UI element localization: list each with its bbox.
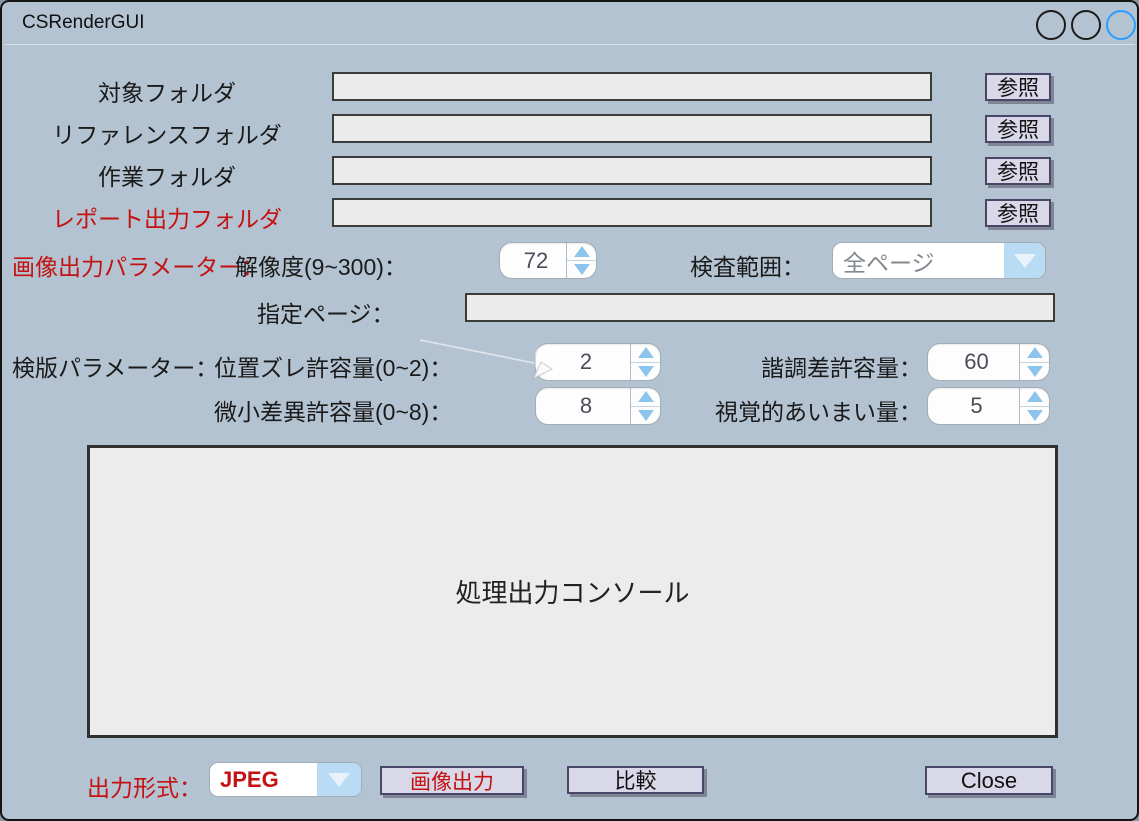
image-params-section-label: 画像出力パラメーター： [12, 248, 264, 282]
titlebar-separator [4, 44, 1135, 45]
compare-button[interactable]: 比較 [567, 766, 704, 794]
inspection-range-label: 検査範囲： [690, 248, 805, 282]
output-format-dropdown-button[interactable] [317, 763, 361, 796]
arrow-up-icon [574, 246, 590, 257]
arrow-up-icon [1027, 347, 1043, 358]
work-folder-browse-button[interactable]: 参照 [985, 157, 1051, 185]
tone-tolerance-value[interactable]: 60 [928, 344, 1019, 380]
window-title: CSRenderGUI [22, 12, 145, 34]
target-folder-label: 対象フォルダ [17, 74, 317, 108]
target-folder-browse-button[interactable]: 参照 [985, 73, 1051, 101]
visual-spin-down-button[interactable] [1020, 407, 1049, 425]
app-window: CSRenderGUI 対象フォルダ 参照 リファレンスフォルダ 参照 作業フォ… [0, 0, 1139, 821]
resolution-spinner-arrows [566, 243, 596, 278]
target-folder-input[interactable] [332, 72, 932, 101]
tone-spinner-arrows [1019, 344, 1049, 380]
position-tolerance-label: 位置ズレ許容量(0~2)： [214, 349, 452, 383]
plate-params-section-label: 検版パラメーター： [12, 349, 218, 383]
specified-page-input[interactable] [465, 293, 1055, 322]
inspection-range-dropdown[interactable]: 全ページ [832, 242, 1046, 279]
specified-page-label: 指定ページ： [257, 295, 395, 329]
output-format-dropdown[interactable]: JPEG [209, 762, 362, 797]
visual-ambiguity-label: 視覚的あいまい量： [622, 393, 922, 427]
arrow-down-icon [1027, 410, 1043, 421]
micro-difference-value[interactable]: 8 [536, 388, 630, 424]
arrow-up-icon [1027, 391, 1043, 402]
report-output-folder-browse-button[interactable]: 参照 [985, 199, 1051, 227]
report-output-folder-label: レポート出力フォルダ [17, 200, 317, 234]
inspection-range-dropdown-button[interactable] [1004, 243, 1045, 278]
position-tolerance-value[interactable]: 2 [536, 344, 630, 380]
window-control-circle-3[interactable] [1106, 10, 1136, 40]
resolution-value[interactable]: 72 [500, 243, 566, 278]
micro-difference-tolerance-label: 微小差異許容量(0~8)： [214, 393, 452, 427]
image-output-button[interactable]: 画像出力 [380, 766, 524, 795]
reference-folder-input[interactable] [332, 114, 932, 143]
resolution-spinner[interactable]: 72 [499, 242, 597, 279]
report-output-folder-input[interactable] [332, 198, 932, 227]
arrow-down-icon [1027, 366, 1043, 377]
console-placeholder-text: 処理出力コンソール [455, 573, 689, 610]
visual-spinner-arrows [1019, 388, 1049, 424]
inspection-range-value: 全ページ [833, 243, 1004, 278]
close-button[interactable]: Close [925, 766, 1053, 795]
chevron-down-icon [1014, 254, 1036, 268]
visual-ambiguity-spinner[interactable]: 5 [927, 387, 1050, 425]
resolution-spin-up-button[interactable] [567, 243, 596, 261]
window-control-circle-1[interactable] [1036, 10, 1066, 40]
visual-ambiguity-value[interactable]: 5 [928, 388, 1019, 424]
window-control-circle-2[interactable] [1071, 10, 1101, 40]
tone-tolerance-label: 諧調差許容量： [622, 349, 922, 383]
tone-tolerance-spinner[interactable]: 60 [927, 343, 1050, 381]
arrow-down-icon [574, 264, 590, 275]
processing-output-console: 処理出力コンソール [87, 445, 1058, 738]
tone-spin-down-button[interactable] [1020, 363, 1049, 381]
work-folder-input[interactable] [332, 156, 932, 185]
reference-folder-label: リファレンスフォルダ [17, 116, 317, 150]
chevron-down-icon [328, 773, 350, 787]
output-format-label: 出力形式： [87, 769, 202, 803]
tone-spin-up-button[interactable] [1020, 344, 1049, 363]
reference-folder-browse-button[interactable]: 参照 [985, 115, 1051, 143]
output-format-value: JPEG [210, 763, 317, 796]
work-folder-label: 作業フォルダ [17, 158, 317, 192]
visual-spin-up-button[interactable] [1020, 388, 1049, 407]
resolution-label: 解像度(9~300)： [235, 248, 407, 282]
resolution-spin-down-button[interactable] [567, 261, 596, 278]
